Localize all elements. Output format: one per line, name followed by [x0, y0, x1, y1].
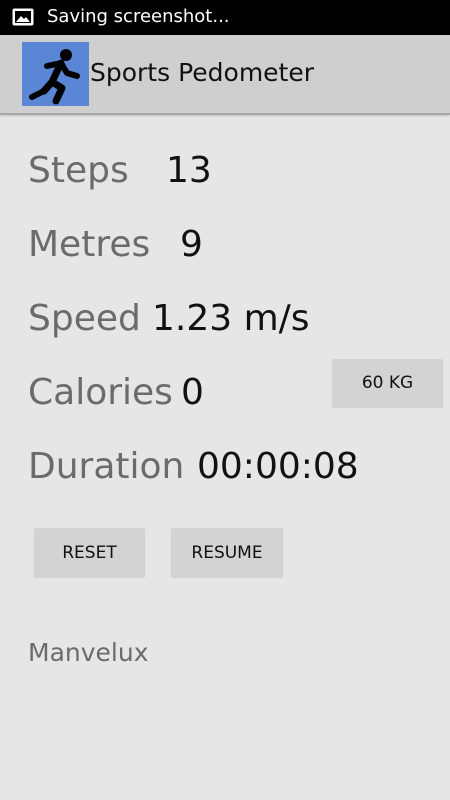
speed-label: Speed [28, 298, 141, 339]
calories-value: 0 [181, 372, 204, 413]
steps-value: 13 [166, 150, 212, 191]
resume-button[interactable]: RESUME [171, 528, 283, 577]
calories-label: Calories [28, 372, 173, 413]
metres-label: Metres [28, 224, 151, 265]
status-bar: Saving screenshot... [0, 0, 450, 35]
developer-name: Manvelux [28, 638, 149, 667]
weight-button[interactable]: 60 KG [332, 359, 443, 407]
app-title: Sports Pedometer [90, 58, 315, 87]
duration-value: 00:00:08 [197, 446, 359, 487]
duration-label: Duration [28, 446, 185, 487]
action-bar: Sports Pedometer [0, 35, 450, 115]
speed-value: 1.23 m/s [152, 298, 310, 339]
status-notification-text: Saving screenshot... [47, 6, 230, 27]
reset-button[interactable]: RESET [34, 528, 145, 577]
steps-label: Steps [28, 150, 129, 191]
runner-icon[interactable] [22, 42, 89, 106]
metres-value: 9 [180, 224, 203, 265]
image-icon [12, 8, 34, 26]
